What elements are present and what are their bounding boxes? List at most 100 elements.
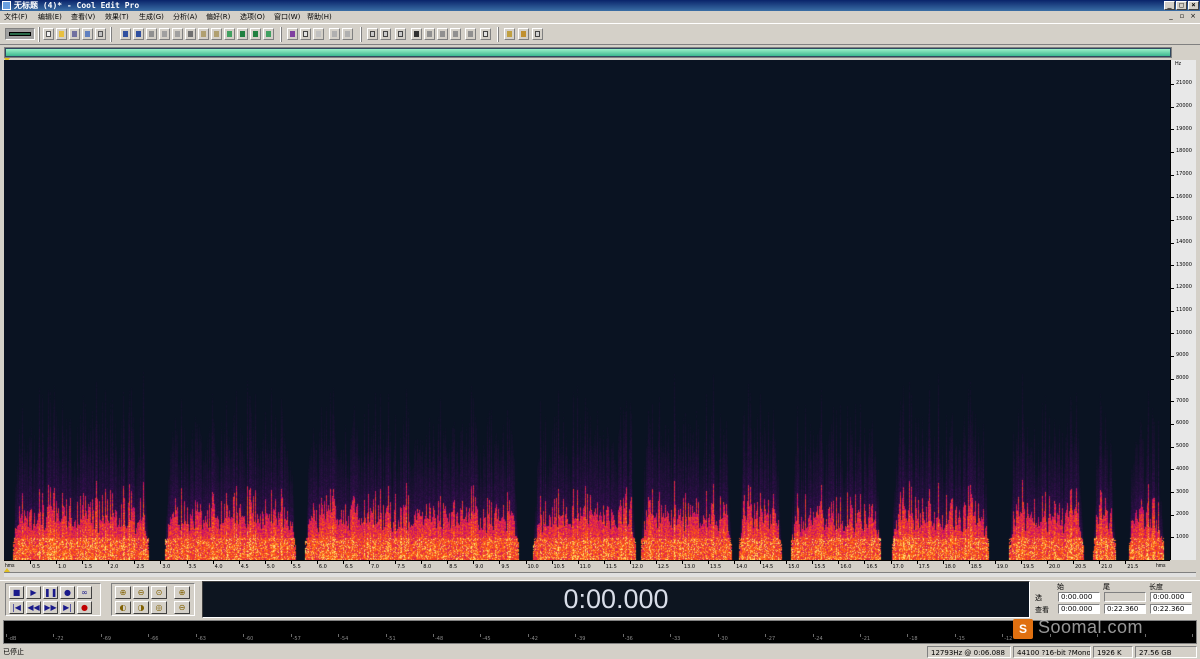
doc-close-button[interactable]: × bbox=[1188, 12, 1198, 21]
save-file-button[interactable] bbox=[69, 28, 80, 40]
time-tick-label: 21.5 bbox=[1127, 564, 1139, 570]
freq-tick-label: 6000 bbox=[1176, 420, 1189, 427]
zoom-out-vertical-icon[interactable]: ⊖ bbox=[174, 601, 190, 614]
time-tick-label: 14.5 bbox=[762, 564, 774, 570]
pause-button[interactable]: ❚❚ bbox=[43, 586, 58, 599]
menu-edit[interactable]: 编辑(E) bbox=[38, 11, 62, 23]
spectral-view-button[interactable] bbox=[300, 28, 311, 40]
selection-begin-field[interactable]: 0:00.000 bbox=[1058, 592, 1100, 602]
go-to-end-button[interactable]: ▶| bbox=[60, 601, 75, 614]
spectral-display[interactable]: Hz 21000 20000 19000 18000 17000 16000 15000 140… bbox=[4, 58, 1196, 578]
level-meter-tick bbox=[100, 634, 102, 637]
settings-button[interactable] bbox=[504, 28, 515, 40]
copy-button[interactable] bbox=[159, 28, 170, 40]
maximize-button[interactable]: □ bbox=[1176, 1, 1187, 10]
time-tick-label: 3.5 bbox=[188, 564, 197, 570]
minimize-button[interactable]: _ bbox=[1164, 1, 1175, 10]
zoom-full-icon[interactable]: ⊙ bbox=[151, 586, 167, 599]
favorites-button[interactable] bbox=[518, 28, 529, 40]
properties-button[interactable] bbox=[367, 28, 378, 40]
overview-bar[interactable] bbox=[4, 47, 1172, 58]
menu-options[interactable]: 选项(O) bbox=[240, 11, 265, 23]
zoom-out-horizontal-icon[interactable]: ⊖ bbox=[133, 586, 149, 599]
view-length-field[interactable]: 0:22.360 bbox=[1150, 604, 1192, 614]
view-end-field[interactable]: 0:22.360 bbox=[1104, 604, 1146, 614]
toggle-multitrack-button[interactable] bbox=[5, 28, 35, 40]
selection-length-field[interactable]: 0:00.000 bbox=[1150, 592, 1192, 602]
metronome-button[interactable] bbox=[465, 28, 476, 40]
close-file-button[interactable] bbox=[95, 28, 106, 40]
menu-generate[interactable]: 生成(G) bbox=[139, 11, 164, 23]
overview-visible-range[interactable] bbox=[6, 49, 1170, 56]
menu-effects[interactable]: 效果(T) bbox=[105, 11, 129, 23]
statistics-button[interactable] bbox=[450, 28, 461, 40]
play-list-button[interactable] bbox=[411, 28, 422, 40]
spectral-canvas[interactable] bbox=[4, 60, 1170, 560]
menu-window[interactable]: 窗口(W) bbox=[274, 11, 300, 23]
record-button[interactable]: ● bbox=[77, 601, 92, 614]
zoom-in-horizontal-icon[interactable]: ⊕ bbox=[115, 586, 131, 599]
menu-favorites[interactable]: 偏好(R) bbox=[206, 11, 230, 23]
grid-alt-button[interactable] bbox=[342, 28, 353, 40]
menu-help[interactable]: 帮助(H) bbox=[307, 11, 332, 23]
cut-button[interactable] bbox=[185, 28, 196, 40]
menu-view[interactable]: 查看(V) bbox=[71, 11, 95, 23]
freq-tick-label: 12000 bbox=[1176, 284, 1192, 291]
play-button[interactable]: ▶ bbox=[26, 586, 41, 599]
selection-end-field[interactable] bbox=[1104, 592, 1146, 602]
fast-forward-button[interactable]: ▶▶ bbox=[43, 601, 58, 614]
waveform-view-button[interactable] bbox=[287, 28, 298, 40]
open-file-button[interactable] bbox=[56, 28, 67, 40]
level-meter-label: -72 bbox=[55, 636, 64, 642]
title-bar[interactable]: 无标题 (4)* - Cool Edit Pro _ □ × bbox=[0, 0, 1200, 11]
help-button[interactable] bbox=[532, 28, 543, 40]
view-begin-field[interactable]: 0:00.000 bbox=[1058, 604, 1100, 614]
toolbar-grip bbox=[497, 27, 499, 42]
play-to-end-button[interactable]: ● bbox=[60, 586, 75, 599]
batch-button[interactable] bbox=[395, 28, 406, 40]
stop-button[interactable]: ■ bbox=[9, 586, 24, 599]
zoom-to-left-icon[interactable]: ◐ bbox=[115, 601, 131, 614]
go-to-start-button[interactable]: |◀ bbox=[9, 601, 24, 614]
time-tick-label: 17.5 bbox=[918, 564, 930, 570]
undo-button[interactable] bbox=[120, 28, 131, 40]
doc-restore-button[interactable]: ▫ bbox=[1177, 12, 1187, 21]
zoom-selection-icon[interactable]: ◎ bbox=[151, 601, 167, 614]
find-button[interactable] bbox=[263, 28, 274, 40]
horizontal-scrollbar[interactable] bbox=[4, 572, 1196, 577]
loop-button[interactable]: ∞ bbox=[77, 586, 92, 599]
time-tick bbox=[968, 561, 970, 564]
time-tick bbox=[916, 561, 918, 564]
scripts-button[interactable] bbox=[480, 28, 491, 40]
new-file-button[interactable] bbox=[43, 28, 54, 40]
repeat-button[interactable] bbox=[146, 28, 157, 40]
frequency-analysis-button[interactable] bbox=[437, 28, 448, 40]
time-tick-label: 18.0 bbox=[944, 564, 956, 570]
grid-button[interactable] bbox=[329, 28, 340, 40]
trim-button[interactable] bbox=[237, 28, 248, 40]
menu-file[interactable]: 文件(F) bbox=[4, 11, 28, 23]
save-as-button[interactable] bbox=[82, 28, 93, 40]
close-button[interactable]: × bbox=[1188, 1, 1199, 10]
mix-paste-button[interactable] bbox=[224, 28, 235, 40]
paste-button[interactable] bbox=[198, 28, 209, 40]
redo-button[interactable] bbox=[133, 28, 144, 40]
select-all-button[interactable] bbox=[250, 28, 261, 40]
menu-analyze[interactable]: 分析(A) bbox=[173, 11, 197, 23]
doc-minimize-button[interactable]: _ bbox=[1166, 12, 1176, 21]
zoom-to-right-icon[interactable]: ◑ bbox=[133, 601, 149, 614]
paste-new-button[interactable] bbox=[211, 28, 222, 40]
rewind-button[interactable]: ◀◀ bbox=[26, 601, 41, 614]
edit-view-button[interactable] bbox=[313, 28, 324, 40]
app-icon[interactable] bbox=[2, 1, 11, 10]
freq-tick-label: 4000 bbox=[1176, 465, 1189, 472]
cue-list-button[interactable] bbox=[380, 28, 391, 40]
time-tick bbox=[812, 561, 814, 564]
level-meter-label: -21 bbox=[861, 636, 871, 642]
time-tick bbox=[108, 561, 110, 564]
selection-row-label: 选 bbox=[1035, 595, 1042, 602]
freq-tick bbox=[1171, 287, 1174, 289]
info-button[interactable] bbox=[424, 28, 435, 40]
copy-new-button[interactable] bbox=[172, 28, 183, 40]
zoom-in-vertical-icon[interactable]: ⊕ bbox=[174, 586, 190, 599]
